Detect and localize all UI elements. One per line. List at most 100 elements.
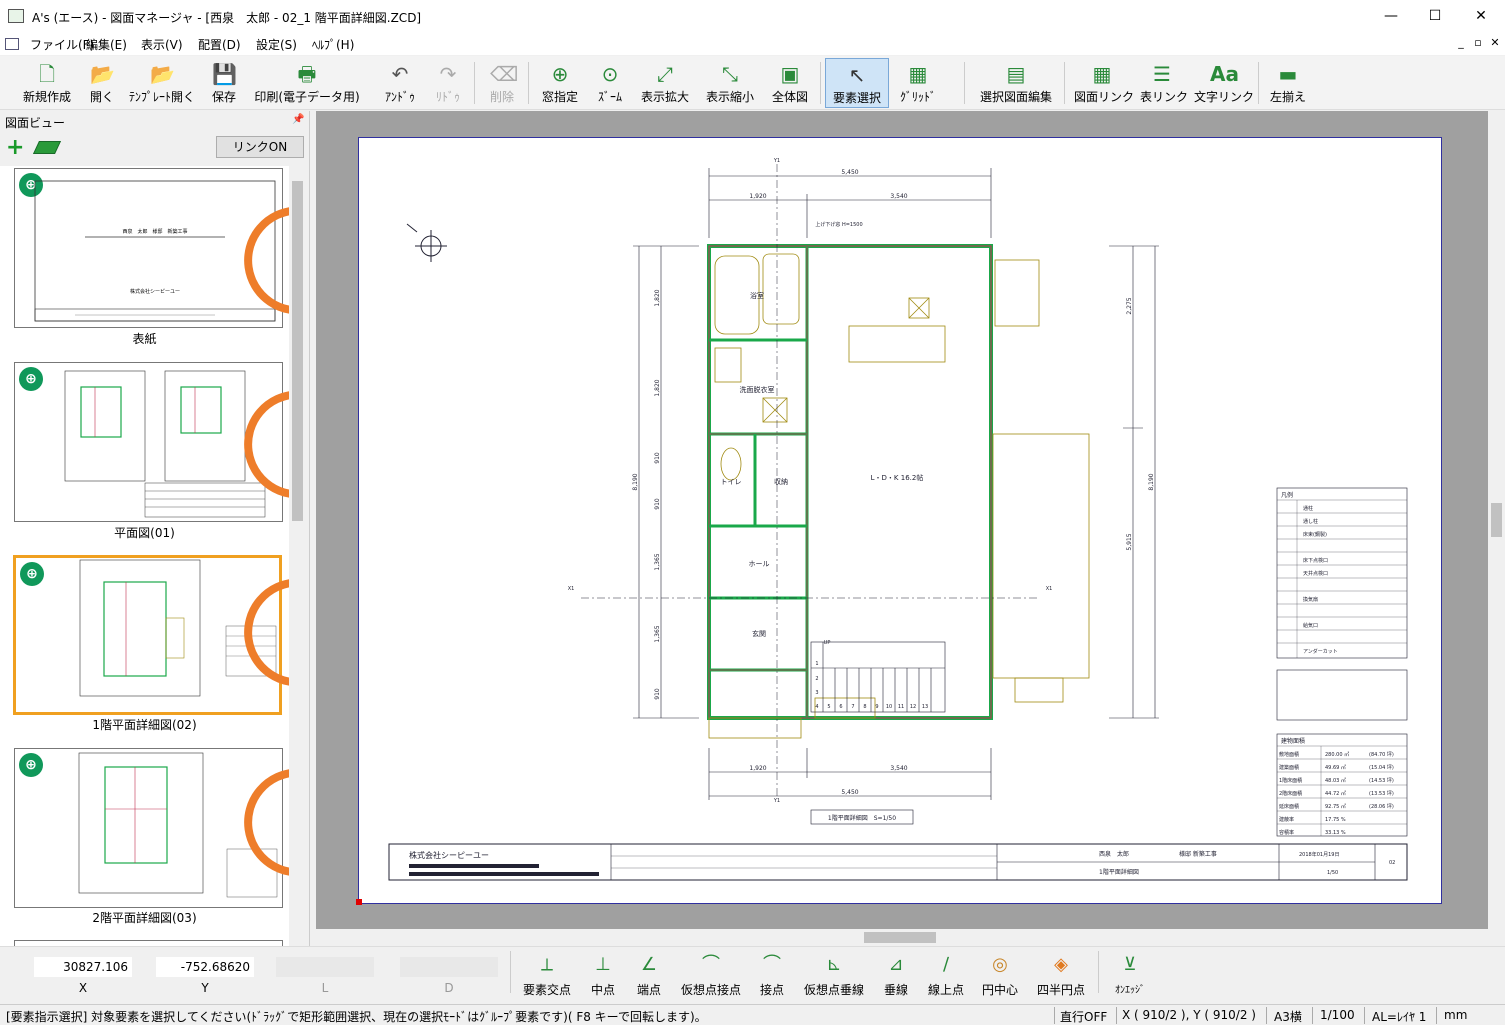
snap-toolbar: 30827.106 -752.68620 X Y L D ⟂ 要素交点 ⊥ 中点 ∠…: [0, 946, 1505, 1004]
window-zoom-button[interactable]: ⊕ 窓指定: [538, 58, 582, 108]
snap-virtual-perpendicular-button[interactable]: ⊾ 仮想点垂線: [802, 953, 866, 998]
template-open-button[interactable]: 📂 ﾃﾝﾌﾟﾚｰﾄ開く: [128, 58, 196, 108]
grid-button[interactable]: ▦ ｸﾞﾘｯﾄﾞ: [896, 58, 940, 108]
y-coordinate-field[interactable]: -752.68620: [156, 957, 254, 977]
fixtures: [708, 253, 1090, 739]
snap-intersection-button[interactable]: ⟂ 要素交点: [520, 953, 574, 998]
canvas-vertical-scroll-thumb[interactable]: [1491, 503, 1502, 537]
thumbnail-caption-cover: 表紙: [132, 332, 157, 346]
zoom-out-button[interactable]: ⤡ 表示縮小: [702, 58, 758, 108]
menu-view[interactable]: 表示(V): [141, 36, 183, 53]
canvas-vertical-scrollbar[interactable]: [1488, 111, 1505, 929]
status-separator: [1266, 1007, 1267, 1024]
snap-circle-center-button[interactable]: ◎ 円中心: [978, 953, 1022, 998]
drawing-date: 2018年01月19日: [1299, 851, 1339, 858]
close-button[interactable]: ✕: [1458, 0, 1504, 33]
new-button[interactable]: 🗋 新規作成: [18, 58, 76, 108]
x-coordinate-field[interactable]: 30827.106: [34, 957, 132, 977]
edit-selected-drawing-button[interactable]: ▤ 選択図面編集: [976, 58, 1056, 108]
redo-button[interactable]: ↷ ﾘﾄﾞｩ: [428, 58, 468, 108]
mdi-minimize-button[interactable]: _: [1453, 36, 1469, 49]
svg-text:1階床面積: 1階床面積: [1279, 777, 1302, 784]
svg-text:Y1: Y1: [773, 798, 780, 804]
svg-text:建物面積: 建物面積: [1281, 737, 1305, 745]
room-ldk: L・D・K 16.2帖: [871, 473, 924, 482]
svg-text:通し柱: 通し柱: [1303, 518, 1318, 525]
print-button[interactable]: 🖶 印刷(電子データ用): [252, 58, 362, 108]
svg-text:8: 8: [863, 704, 866, 710]
save-button[interactable]: 💾 保存: [206, 58, 242, 108]
pin-icon[interactable]: 📌: [292, 114, 304, 125]
mdi-close-button[interactable]: ✕: [1487, 36, 1503, 49]
menu-file[interactable]: ファイル(F): [30, 36, 94, 53]
svg-text:アンダーカット: アンダーカット: [1303, 648, 1338, 655]
zoom-button[interactable]: ⊙ ｽﾞｰﾑ: [590, 58, 630, 108]
fit-all-button[interactable]: ▣ 全体図: [768, 58, 812, 108]
snap-tangent-button[interactable]: ⌒ 接点: [756, 953, 788, 998]
status-separator: [1054, 1007, 1055, 1024]
dim-bottom-left: 1,920: [749, 765, 766, 772]
room-storage: 収納: [774, 477, 788, 486]
drawing-scale: 1/50: [1327, 870, 1338, 876]
drawing-sheet[interactable]: 5,450 1,920 3,540 1,920 3,540 5,450 8,19…: [358, 137, 1442, 904]
svg-text:13: 13: [922, 704, 928, 710]
menu-arrange[interactable]: 配置(D): [198, 36, 241, 53]
direction-field[interactable]: [400, 957, 498, 977]
table-link-button[interactable]: ☰ 表リンク: [1140, 58, 1188, 108]
drawing-canvas[interactable]: 5,450 1,920 3,540 1,920 3,540 5,450 8,19…: [316, 111, 1488, 929]
thumbnail-scroll-thumb[interactable]: [292, 181, 303, 521]
zoom-icon: ⊙: [601, 62, 619, 86]
svg-text:X1: X1: [1046, 586, 1053, 592]
zoom-in-button[interactable]: ⤢ 表示拡大: [638, 58, 692, 108]
minimize-button[interactable]: —: [1368, 0, 1414, 33]
svg-text:5: 5: [827, 704, 830, 710]
text-link-button[interactable]: Aa 文字リンク: [1194, 58, 1254, 108]
open-button[interactable]: 📂 開く: [84, 58, 120, 108]
delete-button[interactable]: ⌫ 削除: [484, 58, 520, 108]
menu-help[interactable]: ﾍﾙﾌﾟ(H): [312, 36, 354, 53]
eraser-icon[interactable]: [32, 141, 62, 154]
svg-text:4: 4: [815, 704, 818, 710]
svg-text:48.03 ㎡: 48.03 ㎡: [1325, 777, 1346, 784]
ortho-status[interactable]: 直行OFF: [1060, 1008, 1107, 1025]
on-line-snap-icon: ∕: [942, 954, 950, 975]
undo-button[interactable]: ↶ ｱﾝﾄﾞｩ: [380, 58, 420, 108]
align-left-button[interactable]: ▬ 左揃え: [1268, 58, 1308, 108]
document-icon[interactable]: [5, 38, 19, 50]
redo-icon: ↷: [439, 62, 457, 86]
legend-table: 凡例 通柱 通し柱 床束(鋼製) 床下点検口 天井点検口 換気扇 給気口 アンダ…: [1276, 487, 1408, 721]
mdi-restore-button[interactable]: ▫: [1470, 36, 1486, 49]
layer-status[interactable]: AL=ﾚｲﾔ 1: [1372, 1008, 1426, 1025]
svg-text:2階床面積: 2階床面積: [1279, 790, 1302, 797]
snap-quadrant-button[interactable]: ◈ 四半円点: [1034, 953, 1088, 998]
rotation-arrow-icon: [244, 391, 289, 498]
dim-bottom-right: 3,540: [890, 765, 907, 772]
snap-on-line-button[interactable]: ∕ 線上点: [924, 953, 968, 998]
canvas-horizontal-scrollbar[interactable]: [316, 929, 1488, 946]
dim-right-total: 8,190: [1148, 473, 1155, 490]
link-on-button[interactable]: リンクON: [216, 136, 304, 158]
svg-text:3: 3: [815, 690, 818, 696]
room-bath: 浴室: [750, 291, 764, 300]
toolbar-separator: [1258, 62, 1259, 104]
snap-endpoint-button[interactable]: ∠ 端点: [632, 953, 666, 998]
snap-perpendicular-button[interactable]: ⊿ 垂線: [880, 953, 912, 998]
add-icon[interactable]: +: [6, 137, 24, 159]
menu-settings[interactable]: 設定(S): [256, 36, 297, 53]
length-field[interactable]: [276, 957, 374, 977]
thumbnail-scrollbar[interactable]: [290, 166, 305, 946]
select-element-button[interactable]: ↖ 要素選択: [825, 58, 889, 108]
perpendicular-snap-icon: ⊿: [888, 954, 904, 975]
dim-left-2: 1,820: [654, 379, 661, 396]
canvas-horizontal-scroll-thumb[interactable]: [864, 932, 936, 943]
paper-size-status: A3横: [1274, 1010, 1302, 1024]
snap-on-edge-button[interactable]: ⊻ ｵﾝｴｯｼﾞ: [1108, 953, 1152, 996]
drawing-link-button[interactable]: ▦ 図面リンク: [1074, 58, 1134, 108]
maximize-button[interactable]: ☐: [1412, 0, 1458, 33]
svg-text:床下点検口: 床下点検口: [1303, 557, 1328, 564]
snap-virtual-tangent-button[interactable]: ⌒ 仮想点接点: [678, 953, 744, 998]
endpoint-snap-icon: ∠: [640, 954, 658, 975]
snap-midpoint-button[interactable]: ⊥ 中点: [586, 953, 620, 998]
room-washroom: 洗面脱衣室: [740, 385, 775, 394]
menu-edit[interactable]: 編集(E): [86, 36, 127, 53]
